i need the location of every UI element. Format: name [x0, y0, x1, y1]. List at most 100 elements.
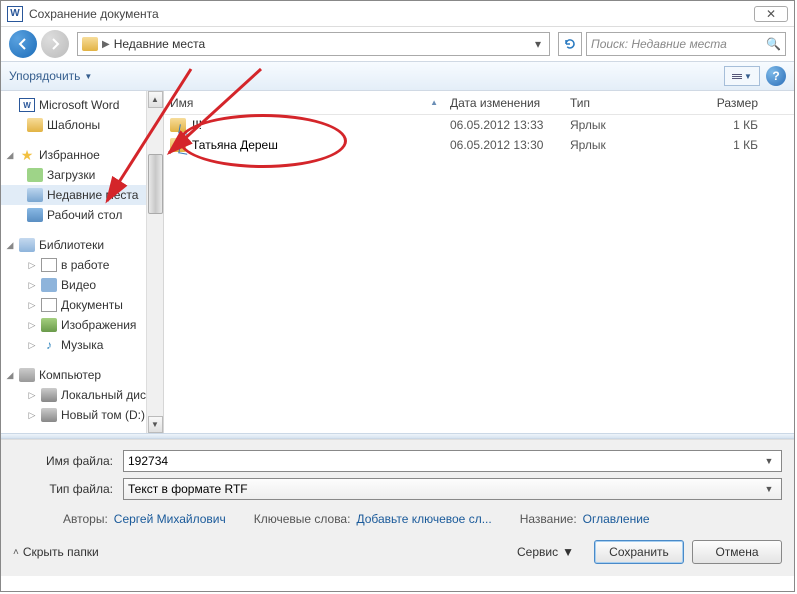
close-button[interactable]: ✕ — [754, 6, 788, 22]
search-input[interactable]: Поиск: Недавние места 🔍 — [586, 32, 786, 56]
scroll-thumb[interactable] — [148, 154, 163, 214]
window-title: Сохранение документа — [29, 7, 159, 21]
refresh-icon — [563, 37, 577, 51]
chevron-right-icon: ▶ — [102, 39, 110, 50]
col-size[interactable]: Размер — [674, 91, 764, 114]
chevron-up-icon: ˄ — [13, 547, 19, 558]
tree-recent[interactable]: Недавние места — [1, 185, 163, 205]
chevron-down-icon[interactable]: ▼ — [761, 484, 777, 494]
tree-pictures[interactable]: ▷Изображения — [1, 315, 163, 335]
file-type: Ярлык — [564, 138, 674, 152]
file-name: Татьяна Дереш — [192, 138, 278, 152]
nav-row: ▶ Недавние места ▾ Поиск: Недавние места… — [1, 27, 794, 61]
tree-inwork[interactable]: ▷в работе — [1, 255, 163, 275]
column-headers: Имя▲ Дата изменения Тип Размер — [164, 91, 794, 115]
video-icon — [41, 278, 57, 292]
folder-shortcut-icon — [170, 138, 186, 152]
nav-tree: WMicrosoft Word Шаблоны ◢★Избранное Загр… — [1, 91, 164, 433]
list-icon — [732, 74, 742, 79]
file-row[interactable]: !!! 06.05.2012 13:33 Ярлык 1 КБ — [164, 115, 794, 135]
view-button[interactable]: ▼ — [724, 66, 760, 86]
search-placeholder: Поиск: Недавние места — [591, 37, 727, 51]
toolbar: Упорядочить ▼ ▼ ? — [1, 61, 794, 91]
tree-scrollbar[interactable]: ▲ ▼ — [146, 91, 163, 433]
titlebar: W Сохранение документа ✕ — [1, 1, 794, 27]
library-icon — [19, 238, 35, 252]
chevron-down-icon: ▼ — [84, 72, 92, 81]
forward-button[interactable] — [41, 30, 69, 58]
tree-documents[interactable]: ▷Документы — [1, 295, 163, 315]
doc-icon — [41, 298, 57, 312]
chevron-down-icon[interactable]: ▾ — [531, 37, 545, 51]
file-type: Ярлык — [564, 118, 674, 132]
file-pane: Имя▲ Дата изменения Тип Размер !!! 06.05… — [164, 91, 794, 433]
music-icon: ♪ — [41, 338, 57, 352]
keywords-label: Ключевые слова: — [254, 512, 351, 526]
scroll-down-icon[interactable]: ▼ — [148, 416, 163, 433]
hide-folders-button[interactable]: ˄Скрыть папки — [13, 545, 99, 559]
tools-menu[interactable]: Сервис▼ — [517, 545, 574, 559]
metadata-row: Авторы: Сергей Михайлович Ключевые слова:… — [13, 506, 782, 536]
image-icon — [41, 318, 57, 332]
desktop-icon — [27, 208, 43, 222]
tree-desktop[interactable]: Рабочий стол — [1, 205, 163, 225]
tree-word[interactable]: WMicrosoft Word — [1, 95, 163, 115]
tree-downloads[interactable]: Загрузки — [1, 165, 163, 185]
chevron-down-icon[interactable]: ▼ — [761, 456, 777, 466]
button-row: ˄Скрыть папки Сервис▼ Сохранить Отмена — [13, 536, 782, 568]
tree-computer[interactable]: ◢Компьютер — [1, 365, 163, 385]
search-icon: 🔍 — [766, 37, 781, 51]
file-rows: !!! 06.05.2012 13:33 Ярлык 1 КБ Татьяна … — [164, 115, 794, 155]
filetype-label: Тип файла: — [13, 482, 123, 496]
file-date: 06.05.2012 13:30 — [444, 138, 564, 152]
authors-value[interactable]: Сергей Михайлович — [114, 512, 226, 526]
save-dialog: W Сохранение документа ✕ ▶ Недавние мест… — [0, 0, 795, 592]
filename-input[interactable]: 192734▼ — [123, 450, 782, 472]
disk-icon — [41, 408, 57, 422]
organize-label: Упорядочить — [9, 69, 80, 83]
file-size: 1 КБ — [674, 138, 764, 152]
authors-label: Авторы: — [63, 512, 108, 526]
tree-video[interactable]: ▷Видео — [1, 275, 163, 295]
download-icon — [27, 168, 43, 182]
tree-newvol[interactable]: ▷Новый том (D:) — [1, 405, 163, 425]
file-row[interactable]: Татьяна Дереш 06.05.2012 13:30 Ярлык 1 К… — [164, 135, 794, 155]
folder-icon — [82, 37, 98, 51]
bottom-pane: Имя файла: 192734▼ Тип файла: Текст в фо… — [1, 439, 794, 576]
scroll-up-icon[interactable]: ▲ — [148, 91, 163, 108]
chevron-down-icon: ▼ — [562, 545, 574, 559]
tree-music[interactable]: ▷♪Музыка — [1, 335, 163, 355]
tree-localdisk[interactable]: ▷Локальный диск ( — [1, 385, 163, 405]
file-size: 1 КБ — [674, 118, 764, 132]
tree-favorites[interactable]: ◢★Избранное — [1, 145, 163, 165]
disk-icon — [41, 388, 57, 402]
star-icon: ★ — [19, 148, 35, 162]
chevron-down-icon: ▼ — [744, 72, 752, 81]
filetype-combo[interactable]: Текст в формате RTF▼ — [123, 478, 782, 500]
main-area: WMicrosoft Word Шаблоны ◢★Избранное Загр… — [1, 91, 794, 433]
back-button[interactable] — [9, 30, 37, 58]
col-date[interactable]: Дата изменения — [444, 91, 564, 114]
organize-menu[interactable]: Упорядочить ▼ — [9, 69, 92, 83]
col-type[interactable]: Тип — [564, 91, 674, 114]
file-date: 06.05.2012 13:33 — [444, 118, 564, 132]
recent-icon — [27, 188, 43, 202]
folder-shortcut-icon — [170, 118, 186, 132]
breadcrumb-location: Недавние места — [114, 37, 205, 51]
breadcrumb[interactable]: ▶ Недавние места ▾ — [77, 32, 550, 56]
col-name[interactable]: Имя▲ — [164, 91, 444, 114]
folder-icon — [27, 118, 43, 132]
save-button[interactable]: Сохранить — [594, 540, 684, 564]
filename-label: Имя файла: — [13, 454, 123, 468]
arrow-left-icon — [16, 37, 30, 51]
cancel-button[interactable]: Отмена — [692, 540, 782, 564]
tree-libraries[interactable]: ◢Библиотеки — [1, 235, 163, 255]
tree-templates[interactable]: Шаблоны — [1, 115, 163, 135]
arrow-right-icon — [48, 37, 62, 51]
doctitle-value[interactable]: Оглавление — [583, 512, 650, 526]
help-button[interactable]: ? — [766, 66, 786, 86]
app-icon: W — [7, 6, 23, 22]
computer-icon — [19, 368, 35, 382]
refresh-button[interactable] — [558, 32, 582, 56]
keywords-value[interactable]: Добавьте ключевое сл... — [356, 512, 491, 526]
